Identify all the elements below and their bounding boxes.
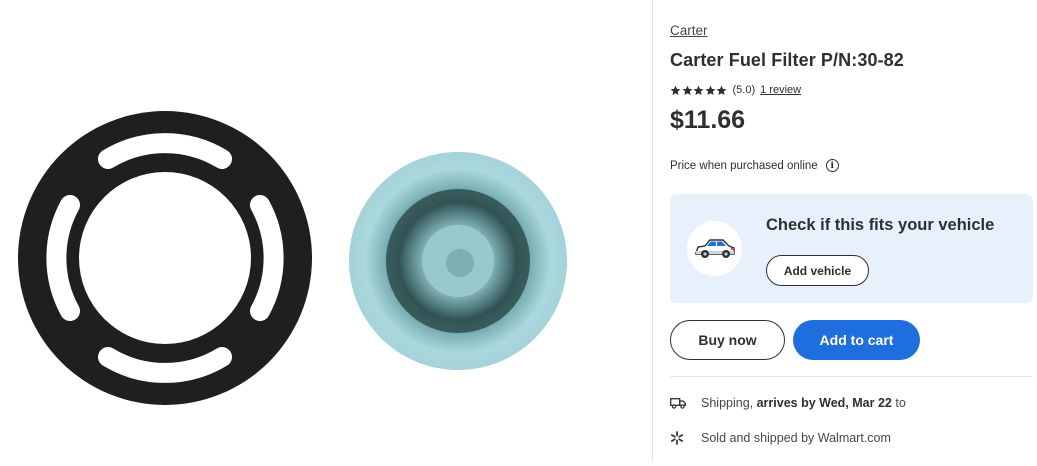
add-vehicle-button[interactable]: Add vehicle: [766, 255, 869, 286]
fit-heading: Check if this fits your vehicle: [766, 216, 995, 234]
filter-puck: [349, 152, 567, 370]
star-icon: [716, 85, 727, 95]
add-to-cart-button[interactable]: Add to cart: [793, 320, 920, 360]
rating-stars: [670, 85, 728, 96]
price: $11.66: [670, 106, 746, 134]
price-note: Price when purchased online i: [670, 159, 839, 172]
product-title: Carter Fuel Filter P/N:30-82: [670, 50, 904, 70]
panel-divider: [652, 0, 653, 461]
product-image: [18, 111, 567, 405]
review-link[interactable]: 1 review: [760, 84, 801, 96]
product-image-panel[interactable]: [0, 0, 652, 461]
sold-by-row: Sold and shipped by Walmart.com: [670, 431, 891, 445]
rating-row: (5.0) 1 review: [670, 84, 801, 96]
spark-icon: [670, 431, 688, 445]
sold-by-text: Sold and shipped by Walmart.com: [701, 431, 891, 445]
car-icon: [694, 238, 735, 258]
vehicle-fit-card: Check if this fits your vehicle Add vehi…: [670, 194, 1033, 303]
star-icon: [682, 85, 692, 95]
star-icon: [693, 85, 704, 95]
rating-value: (5.0): [732, 84, 756, 96]
star-icon: [705, 85, 715, 95]
buy-now-button[interactable]: Buy now: [670, 320, 785, 360]
shipping-prefix: Shipping,: [701, 396, 754, 410]
arrival-date: arrives by Wed, Mar 22: [756, 396, 892, 410]
brand-link[interactable]: Carter: [670, 23, 708, 38]
price-note-text: Price when purchased online: [670, 159, 818, 172]
info-icon[interactable]: i: [825, 159, 839, 172]
product-info: Carter Carter Fuel Filter P/N:30-82 (5.0…: [670, 0, 1033, 461]
section-divider: [670, 376, 1033, 377]
truck-icon: [670, 397, 688, 409]
shipping-to: to: [895, 396, 906, 410]
shipping-row: Shipping, arrives by Wed, Mar 22 to: [670, 396, 906, 410]
gasket-ring: [18, 111, 312, 405]
star-icon: [670, 85, 681, 95]
car-avatar: [687, 221, 742, 276]
